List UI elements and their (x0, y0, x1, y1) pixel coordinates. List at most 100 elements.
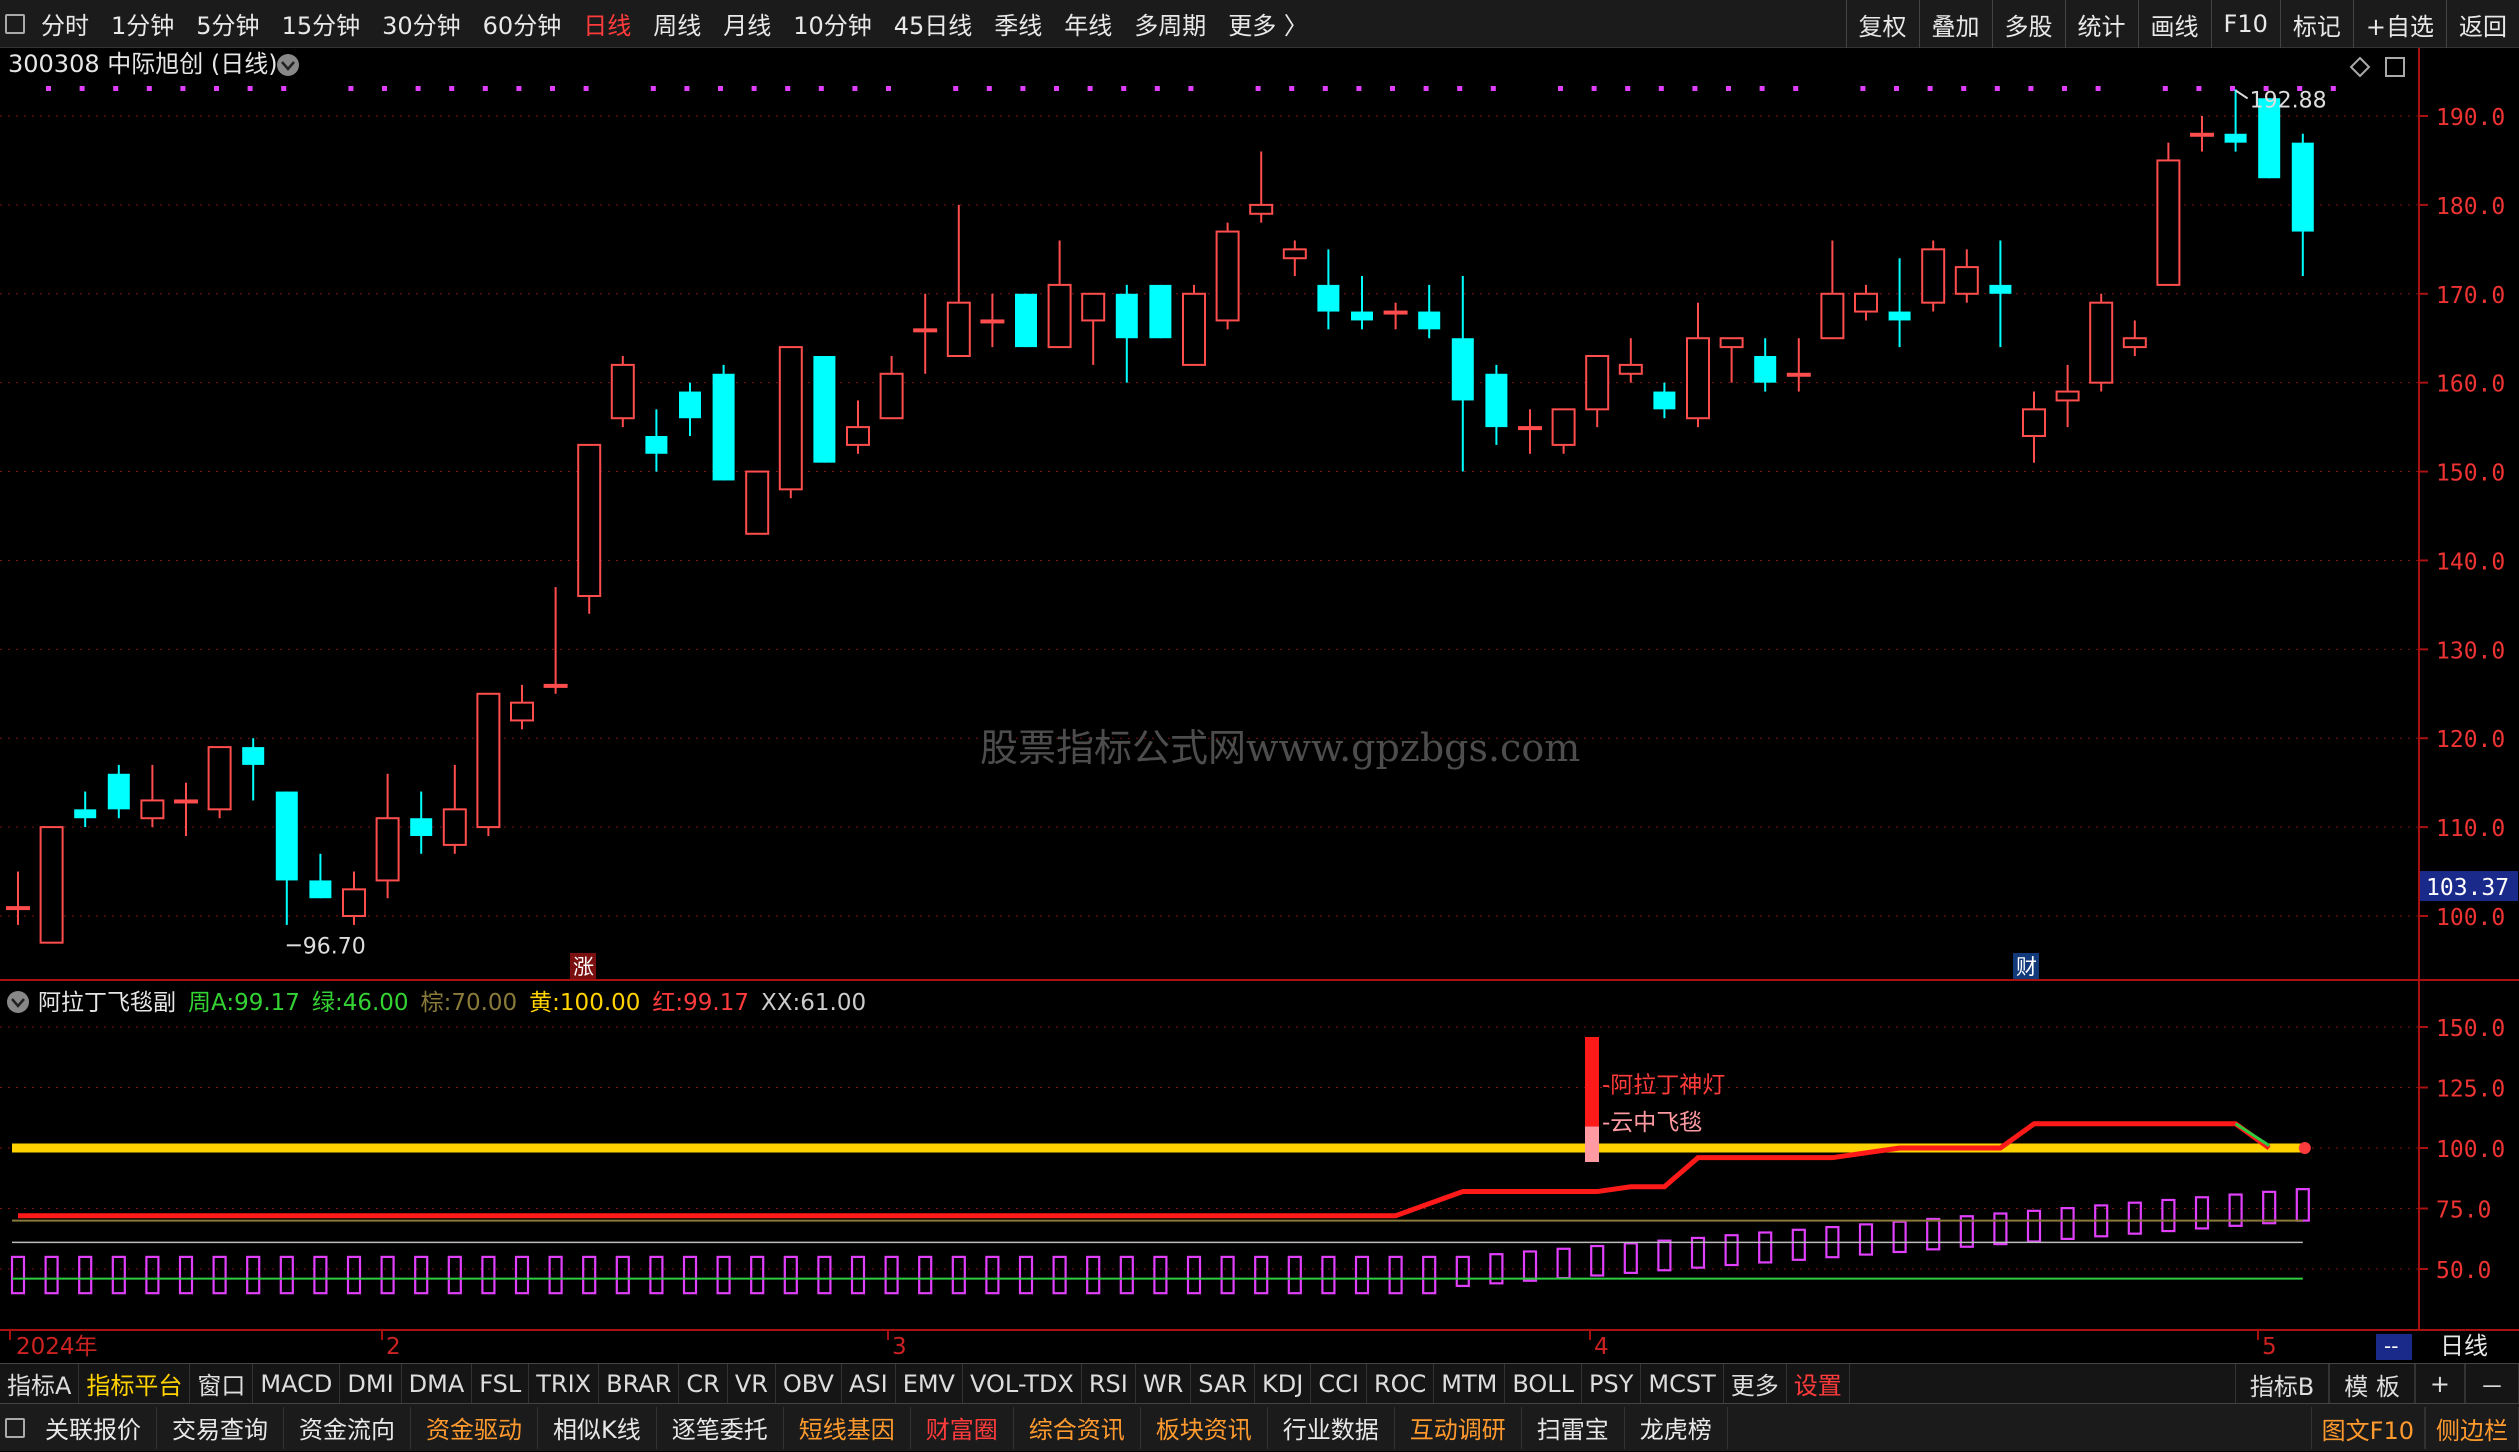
time-label: 4 (1594, 1334, 1609, 1360)
indicator-tab[interactable]: BRAR (599, 1363, 680, 1404)
tool-button[interactable]: 标记 (2279, 0, 2353, 48)
period-tab[interactable]: 60分钟 (472, 6, 573, 41)
indicator-tab[interactable]: MTM (1434, 1363, 1506, 1404)
indicator-tab[interactable]: SAR (1191, 1363, 1256, 1404)
tool-button[interactable]: 画线 (2137, 0, 2211, 48)
tool-button[interactable]: 返回 (2446, 0, 2519, 48)
function-button[interactable]: 关联报价 (30, 1406, 157, 1449)
signal-dot (1759, 86, 1765, 91)
candle-body (610, 363, 635, 420)
signal-dot (818, 86, 824, 91)
period-tab[interactable]: 45日线 (883, 6, 984, 41)
event-marker-cai: 财 (2016, 955, 2037, 979)
function-button[interactable]: 扫雷宝 (1522, 1406, 1625, 1449)
indicator-control[interactable]: 指标B (2234, 1364, 2330, 1404)
candle-body (1149, 284, 1172, 339)
signal-dot (684, 86, 690, 91)
indicator-tab[interactable]: ROC (1367, 1363, 1435, 1404)
indicator-tab[interactable]: MCST (1641, 1363, 1724, 1404)
period-tab[interactable]: 更多 〉 (1217, 6, 1319, 41)
indicator-tab[interactable]: 窗口 (190, 1363, 254, 1404)
tool-button[interactable]: 多股 (1991, 0, 2065, 48)
tool-button[interactable]: F10 (2210, 0, 2280, 48)
function-button[interactable]: 相似K线 (538, 1406, 657, 1449)
candle-body (140, 799, 165, 820)
function-button[interactable]: 行业数据 (1268, 1406, 1395, 1449)
panel-toggle-icon[interactable] (0, 1404, 30, 1452)
signal-dot (2062, 86, 2067, 91)
side-button[interactable]: 图文F10 (2310, 1407, 2425, 1449)
signal-dot (79, 86, 85, 91)
signal-dot (886, 86, 891, 91)
period-tab[interactable]: 周线 (642, 6, 712, 41)
indicator-tab[interactable]: 设置 (1787, 1363, 1850, 1404)
period-tab[interactable]: 年线 (1053, 6, 1123, 41)
candle-body (1686, 337, 1710, 420)
indicator-tab[interactable]: PSY (1582, 1363, 1642, 1404)
indicator-tab[interactable]: RSI (1082, 1363, 1136, 1404)
indicator-tab[interactable]: OBV (776, 1363, 842, 1404)
function-bar: 关联报价 交易查询 资金流向 资金驱动 相似K线 逐笔委托 短线基因 财富圈 综合资讯 板块资讯行… (0, 1403, 2519, 1451)
function-button[interactable]: 交易查询 (157, 1406, 284, 1449)
tool-button[interactable]: +自选 (2352, 0, 2446, 48)
function-button[interactable]: 短线基因 (784, 1406, 911, 1449)
kline-chart[interactable]: 190.0 180.0 170.0 160.0 150.0 140.0 130.0 120.0… (0, 48, 2519, 1363)
function-button[interactable]: 互动调研 (1395, 1406, 1522, 1449)
period-tab[interactable]: 10分钟 (782, 6, 883, 41)
indicator-value-label: 绿: (312, 990, 343, 1016)
signal-dot (1188, 86, 1194, 91)
signal-dot (247, 86, 253, 91)
signal-dot (953, 86, 959, 91)
indicator-tab[interactable]: BOLL (1505, 1363, 1583, 1404)
function-button[interactable]: 龙虎榜 (1625, 1406, 1728, 1449)
function-button[interactable]: 财富圈 (911, 1406, 1014, 1449)
side-button[interactable]: 侧边栏 (2425, 1407, 2519, 1449)
period-tab[interactable]: 分时 (30, 6, 100, 41)
period-tab[interactable]: 1分钟 (100, 6, 185, 41)
period-tab[interactable]: 月线 (712, 6, 782, 41)
tool-button[interactable]: 复权 (1845, 0, 1919, 48)
indicator-tab[interactable]: CCI (1311, 1363, 1367, 1404)
window-toggle-icon[interactable] (0, 0, 30, 48)
period-tab[interactable]: 季线 (983, 6, 1053, 41)
function-button[interactable]: 板块资讯 (1141, 1406, 1268, 1449)
indicator-tab[interactable]: KDJ (1255, 1363, 1312, 1404)
indicator-control[interactable]: + (2414, 1364, 2465, 1404)
period-tab[interactable]: 5分钟 (185, 6, 270, 41)
indicator-tab[interactable]: VOL-TDX (963, 1363, 1082, 1404)
indicator-tab[interactable]: DMA (402, 1363, 473, 1404)
indicator-tab[interactable]: ASI (842, 1363, 896, 1404)
candle-body (174, 799, 198, 804)
function-button[interactable]: 综合资讯 (1014, 1406, 1141, 1449)
indicator-tab[interactable]: DMI (340, 1363, 402, 1404)
indicator-value: 99.17 (234, 990, 300, 1016)
tool-button[interactable]: 叠加 (1918, 0, 1992, 48)
price-tick-label: 150.0 (2436, 461, 2505, 487)
indicator-tab[interactable]: EMV (896, 1363, 963, 1404)
candle-body (207, 746, 232, 811)
period-tab[interactable]: 15分钟 (271, 6, 372, 41)
indicator-tab[interactable]: 更多 (1724, 1363, 1787, 1404)
signal-dot (1087, 86, 1093, 91)
indicator-tab[interactable]: MACD (253, 1363, 341, 1404)
indicator-tab[interactable]: FSL (472, 1363, 530, 1404)
function-button[interactable]: 逐笔委托 (657, 1406, 784, 1449)
signal-dot (650, 86, 656, 91)
indicator-tab[interactable]: VR (728, 1363, 776, 1404)
indicator-tab[interactable]: 指标A (0, 1363, 80, 1404)
function-button[interactable]: 资金流向 (284, 1406, 411, 1449)
period-tab[interactable]: 日线 (572, 6, 642, 41)
indicator-tab[interactable]: CR (679, 1363, 728, 1404)
function-button[interactable]: 资金驱动 (411, 1406, 538, 1449)
period-tab[interactable]: 30分钟 (371, 6, 472, 41)
indicator-tab[interactable]: 指标平台 (79, 1363, 191, 1404)
tool-button[interactable]: 统计 (2064, 0, 2138, 48)
chart-background (0, 48, 2419, 1363)
indicator-tab[interactable]: WR (1136, 1363, 1192, 1404)
indicator-control[interactable]: － (2465, 1364, 2519, 1404)
indicator-control[interactable]: 模 板 (2329, 1364, 2415, 1404)
period-tab[interactable]: 多周期 (1123, 6, 1217, 41)
candle-body (1754, 356, 1777, 383)
price-tick-label: 120.0 (2436, 727, 2505, 753)
indicator-tab[interactable]: TRIX (529, 1363, 600, 1404)
